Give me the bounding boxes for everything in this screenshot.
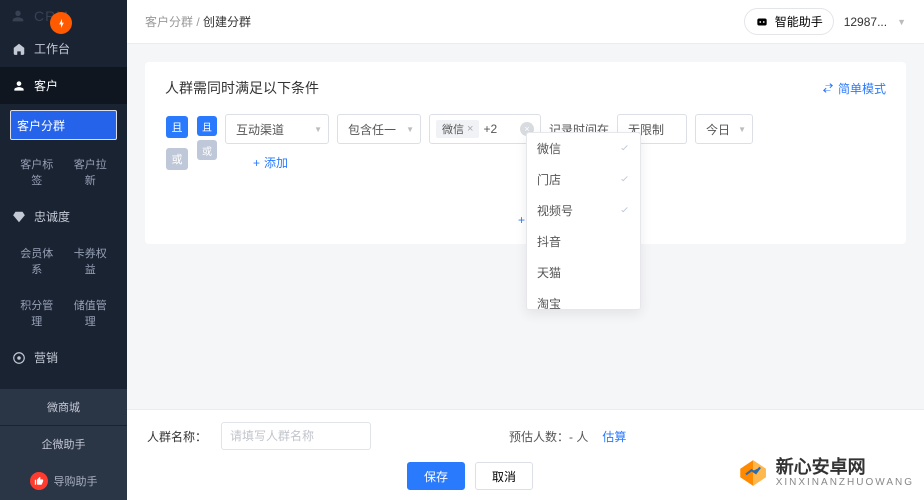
marketing-subrow: 营销中心 触达渠道	[0, 376, 127, 388]
time-rel-select[interactable]: 今日 ▼	[695, 114, 753, 144]
plus-icon: +	[253, 156, 260, 170]
bottom-mall[interactable]: 微商城	[0, 388, 127, 425]
nav-workbench[interactable]: 工作台	[0, 30, 127, 67]
dropdown-option[interactable]: 淘宝	[527, 288, 640, 310]
inner-and-toggle[interactable]: 且	[197, 116, 217, 136]
sub-coupon[interactable]: 卡券权益	[64, 241, 118, 281]
ai-icon	[755, 15, 769, 29]
dropdown-option[interactable]: 天猫	[527, 257, 640, 288]
main: 客户分群 / 创建分群 智能助手 12987... ▼ 人群需同时满足以下条件	[127, 0, 924, 500]
user-id[interactable]: 12987...	[844, 15, 887, 29]
loyalty-subrow-2: 积分管理 储值管理	[0, 287, 127, 339]
notification-badge[interactable]	[50, 12, 72, 34]
thumb-icon	[30, 472, 48, 490]
bottom-guide[interactable]: 导购助手	[0, 462, 127, 500]
sub-member[interactable]: 会员体系	[10, 241, 64, 281]
customer-subrow-1: 客户分群	[0, 104, 127, 146]
save-button[interactable]: 保存	[407, 462, 465, 490]
cancel-button[interactable]: 取消	[475, 462, 533, 490]
sidebar: CRM 工作台 客户 客户分群 客户标签 客户拉新 忠诚度	[0, 0, 127, 500]
remove-chip-icon[interactable]: ×	[467, 123, 473, 135]
estimate-button[interactable]: 估算	[602, 428, 626, 445]
diamond-icon	[12, 210, 26, 224]
sidebar-bottom: 微商城 企微助手 导购助手	[0, 388, 127, 500]
nav-marketing[interactable]: 营销	[0, 339, 127, 376]
breadcrumb: 客户分群 / 创建分群	[145, 13, 251, 30]
group-name-label: 人群名称：	[147, 428, 207, 445]
home-icon	[12, 42, 26, 56]
ai-assistant-button[interactable]: 智能助手	[744, 8, 834, 35]
topbar-right: 智能助手 12987... ▼	[744, 8, 906, 35]
channel-dropdown[interactable]: 微信门店视频号抖音天猫淘宝商家自有APP支付宝五座	[526, 132, 641, 310]
customer-subrow-2: 客户标签 客户拉新	[0, 146, 127, 198]
sub-customer-tag[interactable]: 客户标签	[10, 152, 64, 192]
bottom-qw[interactable]: 企微助手	[0, 425, 127, 462]
loyalty-subrow-1: 会员体系 卡券权益	[0, 235, 127, 287]
group-name-input[interactable]	[221, 422, 371, 450]
estimate-label: 预估人数：- 人	[509, 428, 588, 445]
breadcrumb-current: 创建分群	[203, 15, 251, 29]
dropdown-option[interactable]: 微信	[527, 133, 640, 164]
match-select[interactable]: 包含任一 ▼	[337, 114, 421, 144]
user-icon	[12, 79, 26, 93]
sub-customer-group[interactable]: 客户分群	[10, 110, 117, 140]
value-chip: 微信 ×	[436, 120, 479, 138]
field-select[interactable]: 互动渠道 ▼	[225, 114, 329, 144]
swap-icon	[822, 82, 834, 94]
outer-or-toggle[interactable]: 或	[166, 148, 188, 170]
outer-and-toggle[interactable]: 且	[166, 116, 188, 138]
chevron-down-icon: ▼	[406, 125, 414, 134]
nav-loyalty[interactable]: 忠诚度	[0, 198, 127, 235]
footer: 人群名称： 预估人数：- 人 估算 保存 取消	[127, 409, 924, 500]
dropdown-option[interactable]: 视频号	[527, 195, 640, 226]
inner-or-toggle[interactable]: 或	[197, 140, 217, 160]
dropdown-option[interactable]: 抖音	[527, 226, 640, 257]
chevron-down-icon: ▼	[738, 125, 746, 134]
value-multiselect[interactable]: 微信 × +2 ×	[429, 114, 541, 144]
dropdown-option[interactable]: 门店	[527, 164, 640, 195]
outer-brace: 且 或	[165, 114, 189, 172]
chevron-down-icon: ▼	[314, 125, 322, 134]
sub-points[interactable]: 积分管理	[10, 293, 64, 333]
chevron-down-icon: ▼	[897, 17, 906, 27]
nav: 工作台 客户 客户分群 客户标签 客户拉新 忠诚度 会员体系 卡券权益	[0, 30, 127, 388]
inner-brace: 且 或	[197, 114, 217, 162]
card-title: 人群需同时满足以下条件	[165, 78, 319, 98]
topbar: 客户分群 / 创建分群 智能助手 12987... ▼	[127, 0, 924, 44]
extra-count: +2	[483, 122, 497, 136]
simple-mode-link[interactable]: 简单模式	[822, 80, 886, 97]
sub-customer-acquire[interactable]: 客户拉新	[64, 152, 118, 192]
nav-customer[interactable]: 客户	[0, 67, 127, 104]
target-icon	[12, 351, 26, 365]
sub-store[interactable]: 储值管理	[64, 293, 118, 333]
breadcrumb-parent[interactable]: 客户分群	[145, 15, 193, 29]
